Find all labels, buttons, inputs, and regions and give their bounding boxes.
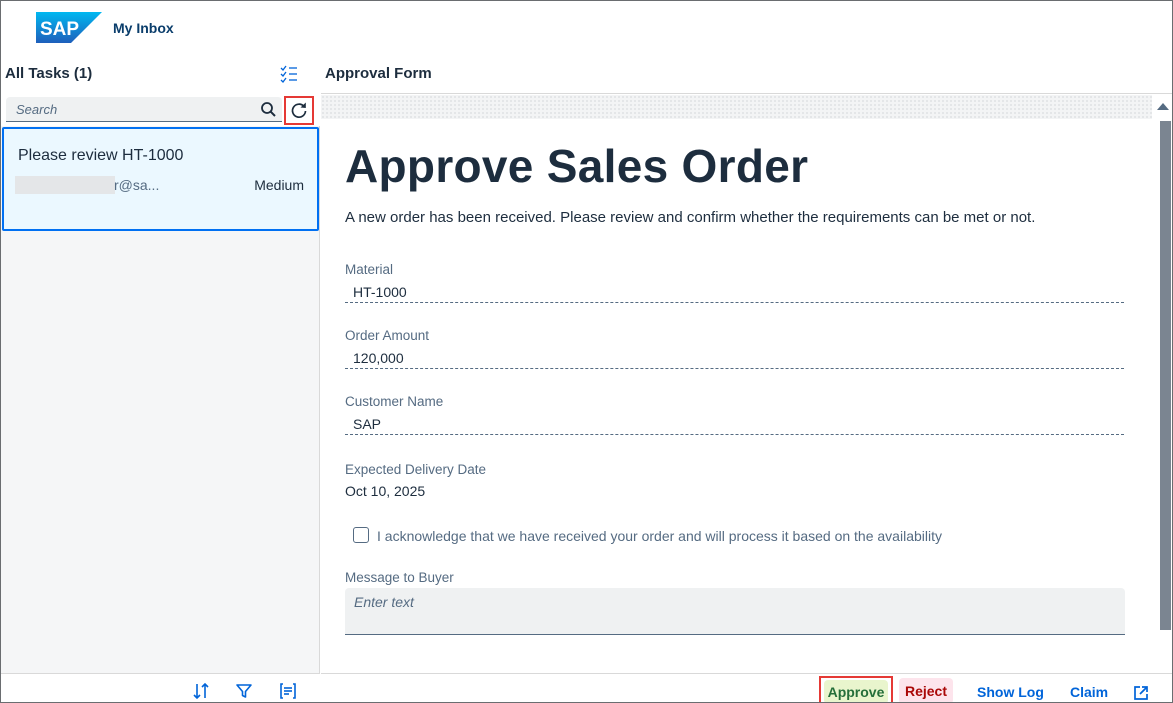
multi-select-icon[interactable] xyxy=(279,64,299,84)
task-list-footer xyxy=(1,673,320,702)
task-priority: Medium xyxy=(254,177,304,193)
acknowledge-label[interactable]: I acknowledge that we have received your… xyxy=(377,528,942,544)
material-label: Material xyxy=(345,262,394,277)
reject-button[interactable]: Reject xyxy=(899,678,953,702)
scroll-up-arrow-icon[interactable] xyxy=(1157,103,1169,110)
material-value: HT-1000 xyxy=(353,284,407,300)
scrollbar-thumb[interactable] xyxy=(1160,121,1171,630)
show-log-button[interactable]: Show Log xyxy=(977,684,1044,700)
search-bar: Search xyxy=(1,94,320,126)
approve-button-highlight[interactable]: Approve xyxy=(819,676,893,702)
task-title: Please review HT-1000 xyxy=(18,147,184,164)
detail-title: Approval Form xyxy=(325,65,432,82)
delivery-date-value: Oct 10, 2025 xyxy=(345,483,426,499)
message-label: Message to Buyer xyxy=(345,570,454,585)
task-list-title: All Tasks (1) xyxy=(5,65,93,82)
app-title[interactable]: My Inbox xyxy=(113,20,174,36)
acknowledge-checkbox[interactable] xyxy=(353,527,369,543)
order-amount-value: 120,000 xyxy=(353,350,404,366)
material-field: HT-1000 xyxy=(345,281,1124,303)
task-list-header: All Tasks (1) xyxy=(1,54,320,94)
order-amount-field: 120,000 xyxy=(345,347,1124,369)
form-top-stripe xyxy=(321,95,1152,119)
shell-bar: SAP My Inbox xyxy=(1,1,1172,54)
scrollbar[interactable] xyxy=(1152,95,1172,633)
detail-header: Approval Form xyxy=(321,54,1172,94)
sort-icon[interactable] xyxy=(192,682,210,700)
refresh-button[interactable] xyxy=(284,96,314,125)
svg-text:SAP: SAP xyxy=(40,19,79,40)
redacted-sender xyxy=(15,176,115,194)
task-list-item[interactable]: Please review HT-1000 r@sa... Medium xyxy=(2,127,319,231)
claim-button[interactable]: Claim xyxy=(1070,684,1108,700)
group-icon[interactable] xyxy=(279,682,297,700)
search-input[interactable]: Search xyxy=(6,97,282,122)
message-textarea[interactable]: Enter text xyxy=(345,588,1125,635)
customer-name-field: SAP xyxy=(345,413,1124,435)
action-footer: Approve Reject Show Log Claim xyxy=(321,673,1172,702)
form-heading: Approve Sales Order xyxy=(345,140,809,192)
delivery-date-label: Expected Delivery Date xyxy=(345,462,487,477)
search-icon[interactable] xyxy=(260,101,277,118)
task-sender: r@sa... xyxy=(114,177,160,193)
form-description: A new order has been received. Please re… xyxy=(345,209,1036,226)
customer-name-label: Customer Name xyxy=(345,394,444,409)
message-placeholder: Enter text xyxy=(354,594,414,610)
app-window: SAP My Inbox All Tasks (1) Search Please… xyxy=(0,0,1173,703)
refresh-icon xyxy=(291,102,307,118)
order-amount-label: Order Amount xyxy=(345,328,430,343)
search-placeholder: Search xyxy=(16,102,58,117)
customer-name-value: SAP xyxy=(353,416,382,432)
detail-pane: Approval Form Approve Sales Order A new … xyxy=(321,54,1172,702)
share-icon[interactable] xyxy=(1132,684,1150,702)
approval-form: Approve Sales Order A new order has been… xyxy=(321,119,1152,635)
task-list-pane: All Tasks (1) Search Please review HT-10… xyxy=(1,54,320,702)
sap-logo: SAP xyxy=(36,12,102,43)
approve-button[interactable]: Approve xyxy=(824,680,888,702)
filter-icon[interactable] xyxy=(235,682,253,700)
